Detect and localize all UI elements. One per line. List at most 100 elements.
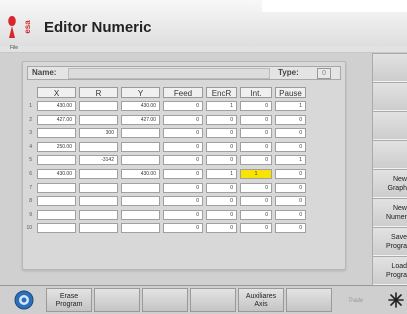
bottom-button-4[interactable] (142, 288, 188, 312)
side-button-new-graph[interactable]: New Graph (373, 169, 407, 198)
cell-x[interactable]: 250.00 (37, 142, 76, 152)
cell-y[interactable] (121, 196, 160, 206)
cell-r[interactable] (79, 210, 118, 220)
column-header-r: R (79, 87, 118, 98)
side-button-panel: New Graph New Numer Save Progra Load Progra (372, 53, 407, 285)
cell-x[interactable] (37, 155, 76, 165)
cell-encr[interactable]: 0 (206, 210, 237, 220)
cell-feed[interactable]: 0 (163, 142, 203, 152)
cell-feed[interactable]: 0 (163, 101, 203, 111)
cell-encr[interactable]: 0 (206, 155, 237, 165)
cell-pause[interactable]: 0 (275, 115, 306, 125)
cell-feed[interactable]: 0 (163, 183, 203, 193)
cell-int[interactable]: 0 (240, 196, 272, 206)
bottom-toolbar: Erase Program Auxiliares Axis Trade (0, 285, 407, 314)
cell-feed[interactable]: 0 (163, 169, 203, 179)
cell-int[interactable]: 0 (240, 128, 272, 138)
cell-feed[interactable]: 0 (163, 155, 203, 165)
bottom-button-7[interactable] (286, 288, 332, 312)
cell-pause[interactable]: 1 (275, 155, 306, 165)
cell-feed[interactable]: 0 (163, 128, 203, 138)
side-button-3[interactable] (373, 111, 407, 140)
cell-encr[interactable]: 0 (206, 223, 237, 233)
cell-y[interactable]: 430.00 (121, 169, 160, 179)
cell-pause[interactable]: 0 (275, 142, 306, 152)
side-button-4[interactable] (373, 140, 407, 169)
svg-text:esa: esa (23, 20, 32, 34)
side-button-load-progra[interactable]: Load Progra (373, 256, 407, 285)
cell-x[interactable] (37, 210, 76, 220)
erase-program-button[interactable]: Erase Program (46, 288, 92, 312)
cell-x[interactable]: 430.00 (37, 169, 76, 179)
cell-encr[interactable]: 0 (206, 142, 237, 152)
cell-feed[interactable]: 0 (163, 223, 203, 233)
cell-r[interactable] (79, 223, 118, 233)
column-header-feed: Feed (163, 87, 203, 98)
bottom-button-5[interactable] (190, 288, 236, 312)
cell-feed[interactable]: 0 (163, 210, 203, 220)
cell-encr[interactable]: 0 (206, 183, 237, 193)
cell-int[interactable]: 0 (240, 223, 272, 233)
cell-x[interactable] (37, 128, 76, 138)
app-title: Editor Numeric (44, 19, 152, 36)
side-button-2[interactable] (373, 82, 407, 111)
cell-y[interactable] (121, 128, 160, 138)
cell-r[interactable] (79, 142, 118, 152)
cell-y[interactable]: 427.00 (121, 115, 160, 125)
name-input[interactable] (68, 68, 270, 79)
name-row: Name: Type: 0 (27, 66, 341, 80)
cell-int[interactable]: 0 (240, 115, 272, 125)
title-bar: esa Editor Numeric (0, 0, 407, 46)
cell-feed[interactable]: 0 (163, 196, 203, 206)
cell-pause[interactable]: 0 (275, 196, 306, 206)
cell-r[interactable] (79, 115, 118, 125)
esa-logo: esa (8, 16, 32, 38)
cell-x[interactable]: 427.00 (37, 115, 76, 125)
cell-pause[interactable]: 1 (275, 101, 306, 111)
bottom-button-3[interactable] (94, 288, 140, 312)
cell-y[interactable] (121, 142, 160, 152)
cell-r[interactable] (79, 196, 118, 206)
cell-r[interactable]: -3142 (79, 155, 118, 165)
cell-int[interactable]: 0 (240, 155, 272, 165)
type-input[interactable]: 0 (317, 68, 331, 79)
auxiliares-axis-button[interactable]: Auxiliares Axis (238, 288, 284, 312)
cell-r[interactable] (79, 183, 118, 193)
cell-r[interactable] (79, 169, 118, 179)
cell-encr[interactable]: 0 (206, 128, 237, 138)
cell-pause[interactable]: 0 (275, 223, 306, 233)
cell-int[interactable]: 1 (240, 169, 272, 179)
cell-y[interactable] (121, 155, 160, 165)
cell-int[interactable]: 0 (240, 101, 272, 111)
cell-y[interactable]: 430.00 (121, 101, 160, 111)
cell-int[interactable]: 0 (240, 210, 272, 220)
cell-int[interactable]: 0 (240, 142, 272, 152)
cell-y[interactable] (121, 223, 160, 233)
side-button-1[interactable] (373, 53, 407, 82)
cell-r[interactable] (79, 101, 118, 111)
cell-y[interactable] (121, 183, 160, 193)
cell-int[interactable]: 0 (240, 183, 272, 193)
cell-y[interactable] (121, 210, 160, 220)
cell-r[interactable]: 300 (79, 128, 118, 138)
cell-encr[interactable]: 0 (206, 115, 237, 125)
side-button-new-numer[interactable]: New Numer (373, 198, 407, 227)
cell-x[interactable] (37, 183, 76, 193)
cell-encr[interactable]: 1 (206, 101, 237, 111)
cnc-home-icon[interactable] (14, 290, 34, 310)
cell-x[interactable]: 430.00 (37, 101, 76, 111)
cell-feed[interactable]: 0 (163, 115, 203, 125)
row-number: 7 (29, 185, 32, 191)
cell-encr[interactable]: 1 (206, 169, 237, 179)
cell-encr[interactable]: 0 (206, 196, 237, 206)
cell-pause[interactable]: 0 (275, 183, 306, 193)
cell-pause[interactable]: 0 (275, 210, 306, 220)
menu-bar: File (0, 45, 407, 53)
row-number: 2 (29, 117, 32, 123)
side-button-save-progra[interactable]: Save Progra (373, 227, 407, 256)
menu-file[interactable]: File (10, 45, 18, 51)
cell-x[interactable] (37, 223, 76, 233)
cell-pause[interactable]: 0 (275, 128, 306, 138)
cell-x[interactable] (37, 196, 76, 206)
cell-pause[interactable]: 0 (275, 169, 306, 179)
